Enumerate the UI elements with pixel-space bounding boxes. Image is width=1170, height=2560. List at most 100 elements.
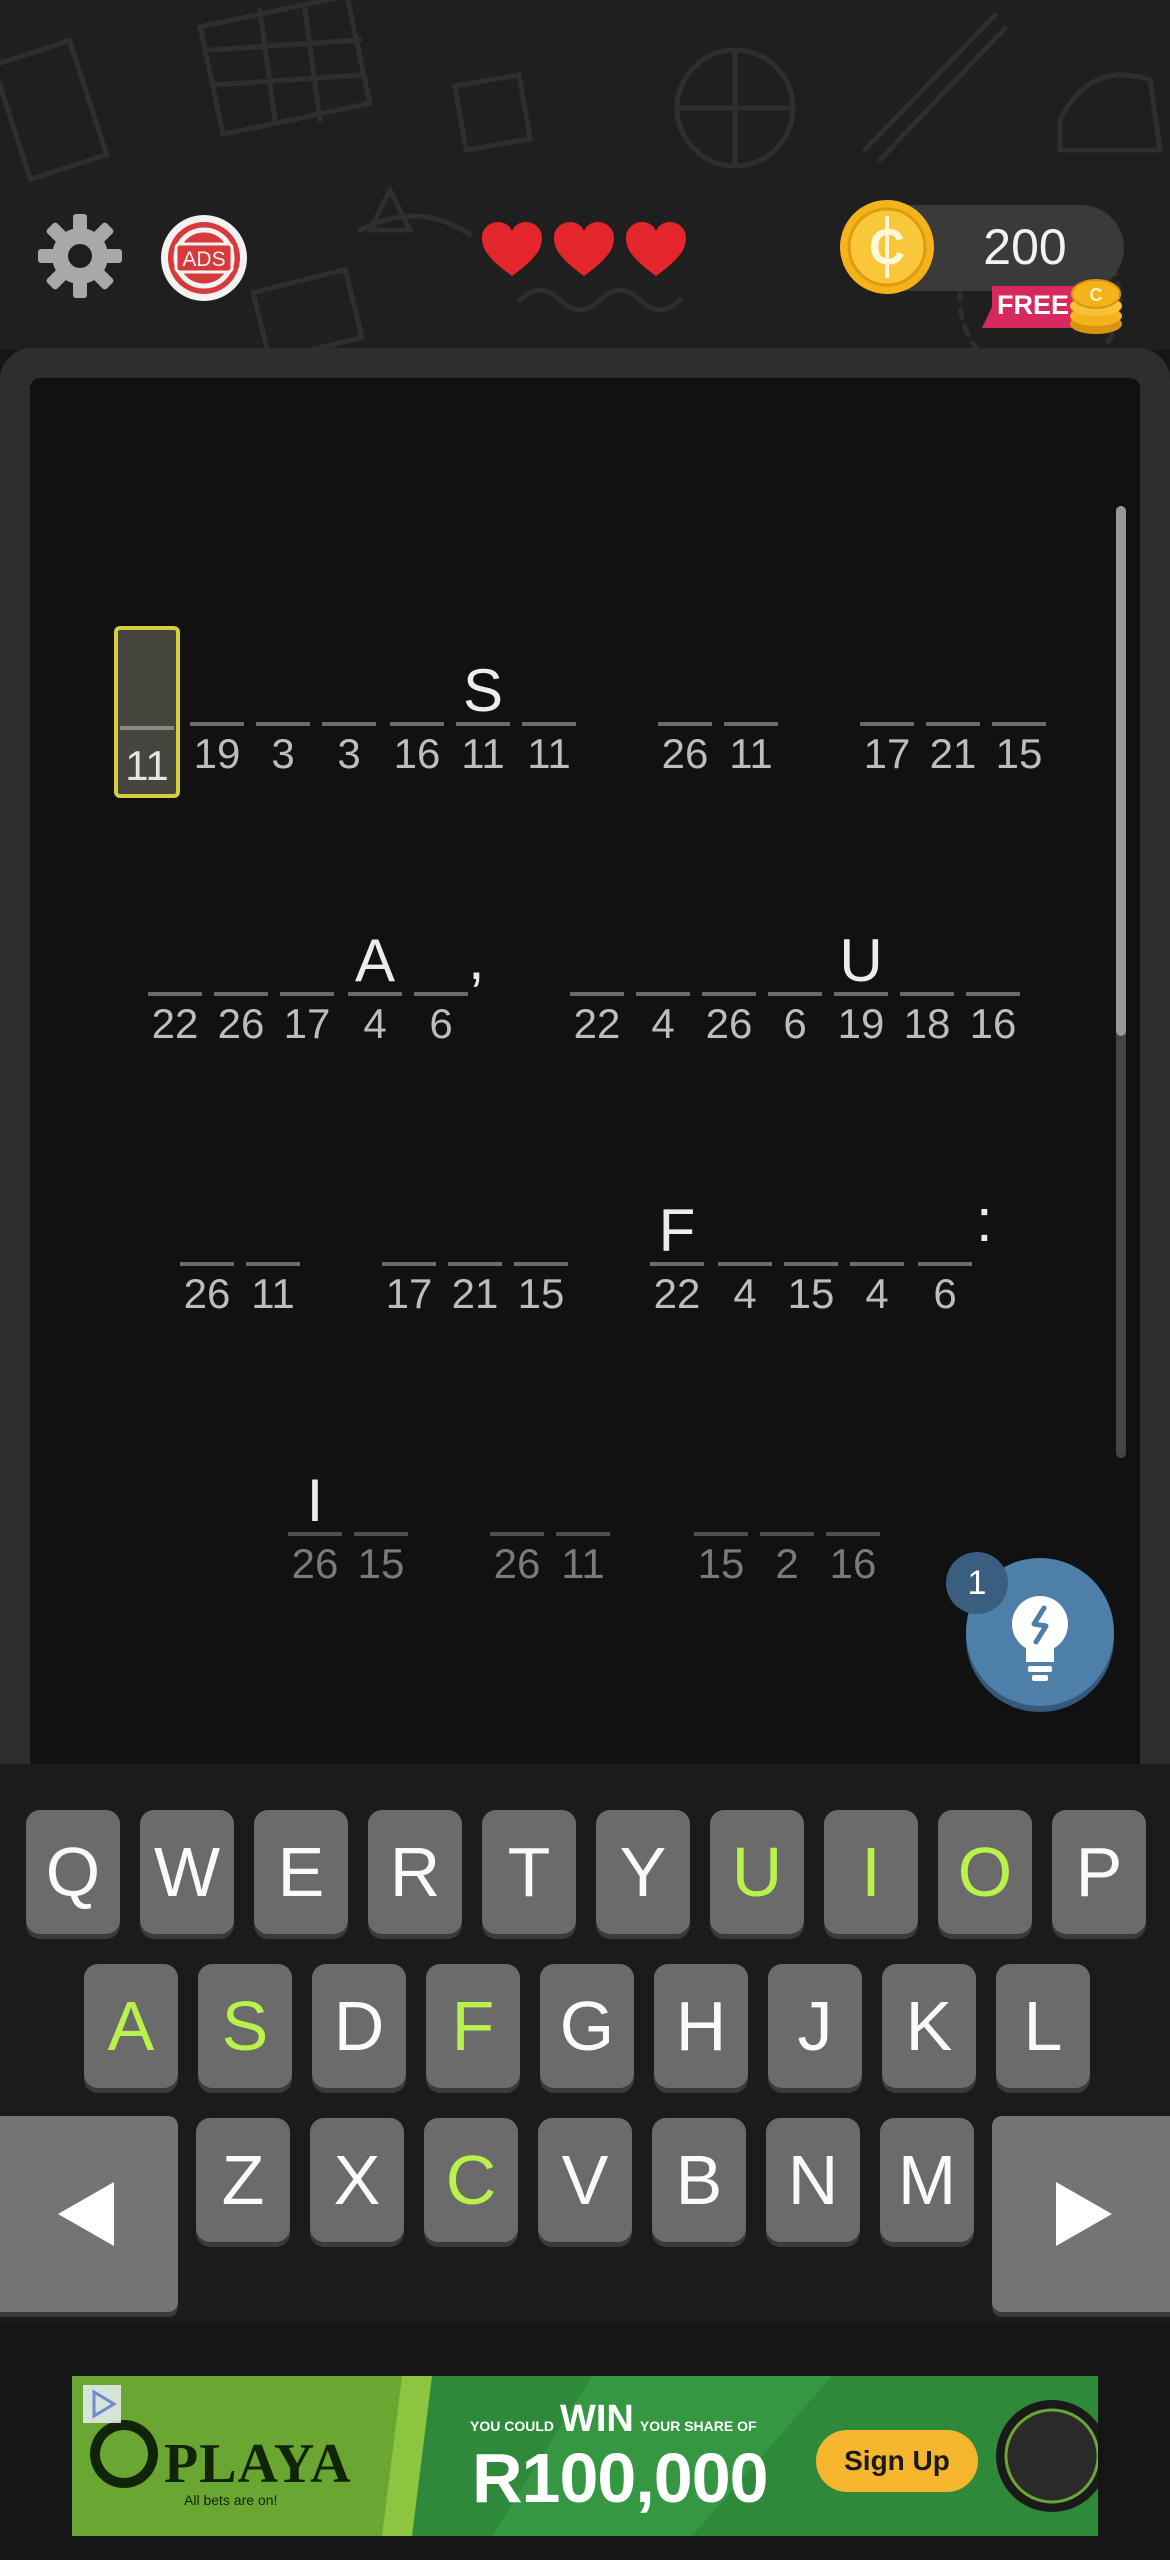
cipher-cell[interactable]: S 11 [456,652,510,776]
cipher-cell[interactable]: 11 [246,1192,300,1316]
cipher-cell[interactable]: 26 [658,652,712,776]
cipher-cell[interactable]: 22 [570,922,624,1046]
cipher-cell[interactable]: 21 [926,652,980,776]
cipher-cell[interactable]: 15 [514,1192,568,1316]
cipher-cell[interactable]: 4 [850,1192,904,1316]
previous-cell-button[interactable] [0,2116,178,2312]
cipher-cell[interactable]: 4 [718,1192,772,1316]
cipher-cell[interactable]: 6 [414,922,468,1046]
key-b[interactable]: B [652,2118,746,2242]
cipher-cell[interactable]: 26 [214,922,268,1046]
cell-underline [860,722,914,726]
key-k[interactable]: K [882,1964,976,2088]
settings-gear-icon[interactable] [38,214,122,298]
cell-cipher-number: 3 [337,730,361,777]
key-q[interactable]: Q [26,1810,120,1934]
cipher-cell[interactable]: A4 [348,922,402,1046]
ad-banner[interactable]: PLAYA All bets are on! YOU COULD WIN YOUR … [72,2376,1098,2536]
free-coins-label: FREE [996,290,1069,320]
cipher-cell[interactable]: I 26 [288,1462,342,1586]
cell-cipher-number: 2 [775,1540,799,1587]
key-n[interactable]: N [766,2118,860,2242]
svg-text:C: C [1090,285,1103,305]
cipher-cell[interactable]: 19 [190,652,244,776]
cipher-cell[interactable]: 22 [148,922,202,1046]
cipher-cell[interactable]: 15 [694,1462,748,1586]
key-l[interactable]: L [996,1964,1090,2088]
cipher-cell[interactable]: F 22 [650,1192,704,1316]
key-g[interactable]: G [540,1964,634,2088]
remove-ads-button[interactable]: ADS [158,212,250,304]
cipher-cell[interactable]: 17 [280,922,334,1046]
ad-signup-button[interactable]: Sign Up [816,2430,978,2492]
cipher-cell[interactable]: 11 [522,652,576,776]
key-m[interactable]: M [880,2118,974,2242]
cipher-cell[interactable]: 26 [490,1462,544,1586]
cell-letter: S [462,657,504,724]
key-y[interactable]: Y [596,1810,690,1934]
cell-underline [348,992,402,996]
key-p[interactable]: P [1052,1810,1146,1934]
cipher-cell[interactable]: 15 [354,1462,408,1586]
no-ads-icon: ADS [161,215,247,301]
cipher-cell[interactable]: 11 [114,626,180,798]
cipher-cell[interactable]: 16 [966,922,1020,1046]
cell-underline [724,722,778,726]
key-o[interactable]: O [938,1810,1032,1934]
cell-underline [288,1532,342,1536]
key-t[interactable]: T [482,1810,576,1934]
cell-cipher-number: 15 [357,1540,405,1587]
key-x[interactable]: X [310,2118,404,2242]
cell-underline [826,1532,880,1536]
key-e[interactable]: E [254,1810,348,1934]
key-j[interactable]: J [768,1964,862,2088]
ad-brand-name: PLAYA [164,2433,352,2495]
key-f[interactable]: F [426,1964,520,2088]
cipher-cell[interactable]: 11 [556,1462,610,1586]
cell-underline [784,1262,838,1266]
cipher-cell[interactable]: 17 [860,652,914,776]
cipher-cell[interactable]: 4 [636,922,690,1046]
cell-underline [718,1262,772,1266]
next-cell-button[interactable] [992,2116,1170,2312]
cell-cipher-number: 26 [217,1000,265,1047]
cipher-cell[interactable]: 26 [702,922,756,1046]
cell-underline [246,1262,300,1266]
cipher-cell[interactable]: U 19 [834,922,888,1046]
cipher-cell[interactable]: 11 [724,652,778,776]
key-v[interactable]: V [538,2118,632,2242]
cell-underline [382,1262,436,1266]
cell-cipher-number: 11 [561,1540,605,1587]
cipher-cell[interactable]: 16 [826,1462,880,1586]
key-a[interactable]: A [84,1964,178,2088]
cell-underline [926,722,980,726]
scrollbar-thumb[interactable] [1116,506,1126,1036]
cipher-cell[interactable]: 26 [180,1192,234,1316]
cipher-cell[interactable]: 6 [918,1192,972,1316]
cipher-cell[interactable]: 2 [760,1462,814,1586]
key-d[interactable]: D [312,1964,406,2088]
cipher-cell[interactable]: 6 [768,922,822,1046]
key-h[interactable]: H [654,1964,748,2088]
cipher-cell[interactable]: 3 [322,652,376,776]
key-s[interactable]: S [198,1964,292,2088]
cipher-cell[interactable]: 3 [256,652,310,776]
cell-cipher-number: 26 [661,730,709,777]
cipher-cell[interactable]: 16 [390,652,444,776]
key-c[interactable]: C [424,2118,518,2242]
cipher-cell[interactable]: 15 [992,652,1046,776]
cell-cipher-number: 4 [651,1000,675,1047]
cipher-cell[interactable]: 21 [448,1192,502,1316]
key-w[interactable]: W [140,1810,234,1934]
cipher-cell[interactable]: 17 [382,1192,436,1316]
key-r[interactable]: R [368,1810,462,1934]
ad-win-post: YOUR SHARE OF [639,2418,757,2434]
cell-underline [570,992,624,996]
ad-choices-icon[interactable] [82,2384,122,2424]
key-z[interactable]: Z [196,2118,290,2242]
cell-underline [850,1262,904,1266]
key-u[interactable]: U [710,1810,804,1934]
key-i[interactable]: I [824,1810,918,1934]
cipher-cell[interactable]: 18 [900,922,954,1046]
cipher-cell[interactable]: 15 [784,1192,838,1316]
